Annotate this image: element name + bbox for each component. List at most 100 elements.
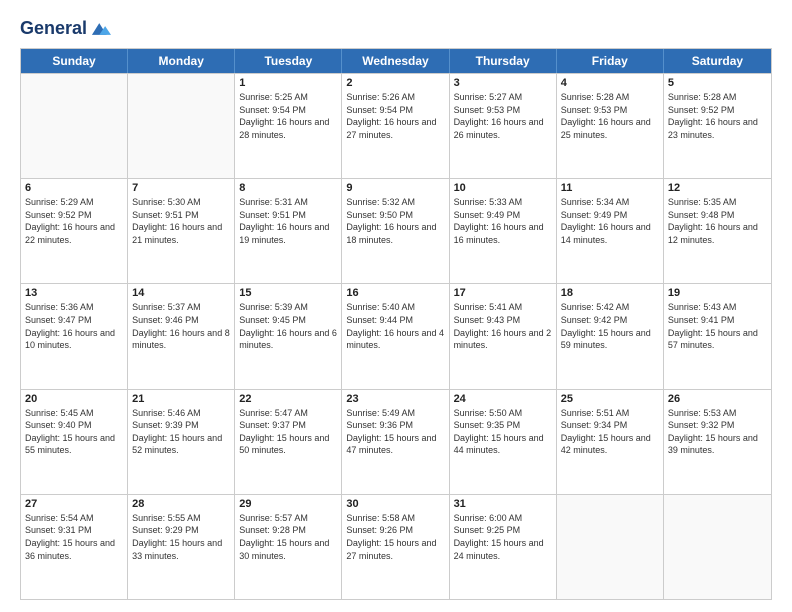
sunset-text: Sunset: 9:39 PM — [132, 419, 230, 432]
calendar-cell: 4Sunrise: 5:28 AMSunset: 9:53 PMDaylight… — [557, 74, 664, 178]
calendar-header: SundayMondayTuesdayWednesdayThursdayFrid… — [21, 49, 771, 73]
calendar-cell: 8Sunrise: 5:31 AMSunset: 9:51 PMDaylight… — [235, 179, 342, 283]
day-number: 31 — [454, 498, 552, 510]
logo-icon — [89, 18, 111, 40]
daylight-text: Daylight: 16 hours and 28 minutes. — [239, 116, 337, 141]
calendar-cell: 22Sunrise: 5:47 AMSunset: 9:37 PMDayligh… — [235, 390, 342, 494]
sunrise-text: Sunrise: 5:31 AM — [239, 196, 337, 209]
sunrise-text: Sunrise: 5:30 AM — [132, 196, 230, 209]
day-number: 22 — [239, 393, 337, 405]
day-number: 14 — [132, 287, 230, 299]
sunrise-text: Sunrise: 5:40 AM — [346, 301, 444, 314]
sunset-text: Sunset: 9:43 PM — [454, 314, 552, 327]
day-number: 18 — [561, 287, 659, 299]
day-number: 7 — [132, 182, 230, 194]
sunrise-text: Sunrise: 5:41 AM — [454, 301, 552, 314]
sunrise-text: Sunrise: 5:33 AM — [454, 196, 552, 209]
daylight-text: Daylight: 16 hours and 16 minutes. — [454, 221, 552, 246]
day-number: 20 — [25, 393, 123, 405]
sunrise-text: Sunrise: 5:43 AM — [668, 301, 767, 314]
day-number: 1 — [239, 77, 337, 89]
daylight-text: Daylight: 16 hours and 23 minutes. — [668, 116, 767, 141]
calendar-cell: 26Sunrise: 5:53 AMSunset: 9:32 PMDayligh… — [664, 390, 771, 494]
sunrise-text: Sunrise: 5:26 AM — [346, 91, 444, 104]
sunset-text: Sunset: 9:40 PM — [25, 419, 123, 432]
sunrise-text: Sunrise: 5:51 AM — [561, 407, 659, 420]
calendar-cell — [557, 495, 664, 599]
daylight-text: Daylight: 15 hours and 36 minutes. — [25, 537, 123, 562]
day-number: 21 — [132, 393, 230, 405]
calendar-cell: 9Sunrise: 5:32 AMSunset: 9:50 PMDaylight… — [342, 179, 449, 283]
sunset-text: Sunset: 9:52 PM — [668, 104, 767, 117]
daylight-text: Daylight: 16 hours and 21 minutes. — [132, 221, 230, 246]
calendar-cell: 6Sunrise: 5:29 AMSunset: 9:52 PMDaylight… — [21, 179, 128, 283]
header: General — [20, 18, 772, 40]
daylight-text: Daylight: 15 hours and 50 minutes. — [239, 432, 337, 457]
sunrise-text: Sunrise: 5:57 AM — [239, 512, 337, 525]
weekday-header-tuesday: Tuesday — [235, 49, 342, 73]
sunrise-text: Sunrise: 5:28 AM — [561, 91, 659, 104]
sunrise-text: Sunrise: 5:34 AM — [561, 196, 659, 209]
daylight-text: Daylight: 15 hours and 44 minutes. — [454, 432, 552, 457]
day-number: 13 — [25, 287, 123, 299]
calendar-cell: 30Sunrise: 5:58 AMSunset: 9:26 PMDayligh… — [342, 495, 449, 599]
page: General SundayMondayTuesdayWednesdayThur… — [0, 0, 792, 612]
day-number: 8 — [239, 182, 337, 194]
sunrise-text: Sunrise: 5:58 AM — [346, 512, 444, 525]
weekday-header-saturday: Saturday — [664, 49, 771, 73]
sunset-text: Sunset: 9:51 PM — [132, 209, 230, 222]
day-number: 26 — [668, 393, 767, 405]
day-number: 3 — [454, 77, 552, 89]
day-number: 27 — [25, 498, 123, 510]
calendar-cell — [21, 74, 128, 178]
daylight-text: Daylight: 16 hours and 10 minutes. — [25, 327, 123, 352]
sunset-text: Sunset: 9:45 PM — [239, 314, 337, 327]
calendar-row-2: 13Sunrise: 5:36 AMSunset: 9:47 PMDayligh… — [21, 283, 771, 388]
day-number: 28 — [132, 498, 230, 510]
sunrise-text: Sunrise: 5:55 AM — [132, 512, 230, 525]
calendar-cell: 19Sunrise: 5:43 AMSunset: 9:41 PMDayligh… — [664, 284, 771, 388]
calendar-cell: 2Sunrise: 5:26 AMSunset: 9:54 PMDaylight… — [342, 74, 449, 178]
daylight-text: Daylight: 16 hours and 14 minutes. — [561, 221, 659, 246]
sunrise-text: Sunrise: 5:39 AM — [239, 301, 337, 314]
calendar-body: 1Sunrise: 5:25 AMSunset: 9:54 PMDaylight… — [21, 73, 771, 599]
calendar-cell: 27Sunrise: 5:54 AMSunset: 9:31 PMDayligh… — [21, 495, 128, 599]
sunrise-text: Sunrise: 5:42 AM — [561, 301, 659, 314]
calendar-row-0: 1Sunrise: 5:25 AMSunset: 9:54 PMDaylight… — [21, 73, 771, 178]
daylight-text: Daylight: 15 hours and 39 minutes. — [668, 432, 767, 457]
weekday-header-wednesday: Wednesday — [342, 49, 449, 73]
sunset-text: Sunset: 9:29 PM — [132, 524, 230, 537]
sunset-text: Sunset: 9:49 PM — [561, 209, 659, 222]
sunrise-text: Sunrise: 5:36 AM — [25, 301, 123, 314]
calendar-cell: 14Sunrise: 5:37 AMSunset: 9:46 PMDayligh… — [128, 284, 235, 388]
sunrise-text: Sunrise: 5:35 AM — [668, 196, 767, 209]
day-number: 10 — [454, 182, 552, 194]
calendar-cell: 16Sunrise: 5:40 AMSunset: 9:44 PMDayligh… — [342, 284, 449, 388]
daylight-text: Daylight: 16 hours and 26 minutes. — [454, 116, 552, 141]
daylight-text: Daylight: 16 hours and 25 minutes. — [561, 116, 659, 141]
day-number: 6 — [25, 182, 123, 194]
calendar-cell: 31Sunrise: 6:00 AMSunset: 9:25 PMDayligh… — [450, 495, 557, 599]
logo-text: General — [20, 19, 87, 39]
day-number: 4 — [561, 77, 659, 89]
calendar-cell: 20Sunrise: 5:45 AMSunset: 9:40 PMDayligh… — [21, 390, 128, 494]
sunrise-text: Sunrise: 5:54 AM — [25, 512, 123, 525]
sunset-text: Sunset: 9:32 PM — [668, 419, 767, 432]
calendar-cell: 17Sunrise: 5:41 AMSunset: 9:43 PMDayligh… — [450, 284, 557, 388]
sunrise-text: Sunrise: 5:25 AM — [239, 91, 337, 104]
calendar-cell: 23Sunrise: 5:49 AMSunset: 9:36 PMDayligh… — [342, 390, 449, 494]
weekday-header-monday: Monday — [128, 49, 235, 73]
day-number: 23 — [346, 393, 444, 405]
daylight-text: Daylight: 15 hours and 57 minutes. — [668, 327, 767, 352]
day-number: 19 — [668, 287, 767, 299]
sunset-text: Sunset: 9:46 PM — [132, 314, 230, 327]
sunset-text: Sunset: 9:34 PM — [561, 419, 659, 432]
calendar-cell: 1Sunrise: 5:25 AMSunset: 9:54 PMDaylight… — [235, 74, 342, 178]
weekday-header-sunday: Sunday — [21, 49, 128, 73]
sunset-text: Sunset: 9:52 PM — [25, 209, 123, 222]
daylight-text: Daylight: 15 hours and 52 minutes. — [132, 432, 230, 457]
sunset-text: Sunset: 9:53 PM — [454, 104, 552, 117]
calendar-cell: 29Sunrise: 5:57 AMSunset: 9:28 PMDayligh… — [235, 495, 342, 599]
sunset-text: Sunset: 9:44 PM — [346, 314, 444, 327]
sunrise-text: Sunrise: 5:47 AM — [239, 407, 337, 420]
